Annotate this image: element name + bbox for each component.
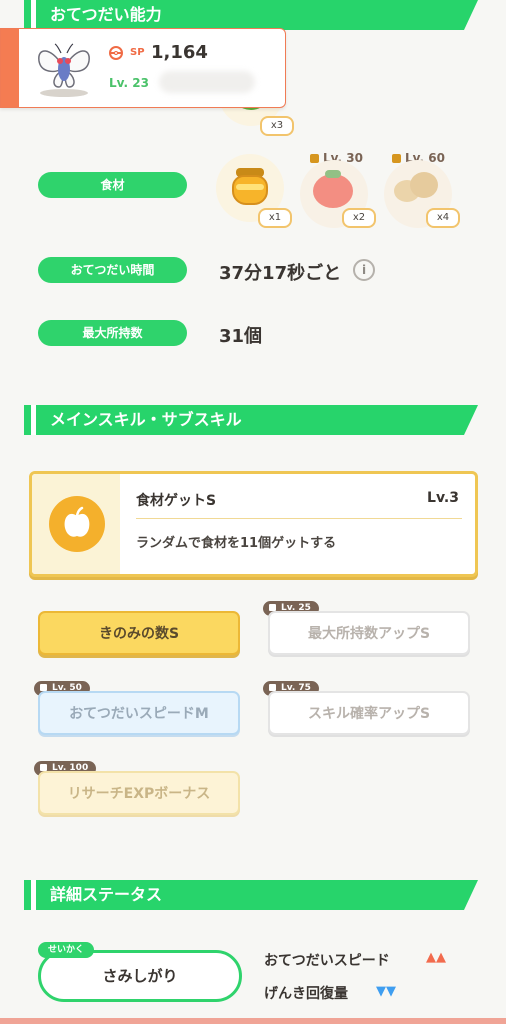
sp-value: 1,164 [151,42,208,63]
max-carry-value: 31個 [219,326,263,347]
down-arrows-icon: ▼▼ [376,984,396,999]
quantity-badge: x1 [258,208,292,228]
nature-down-stat: げんき回復量 [264,986,348,1002]
blurred-nickname [159,71,255,93]
section-title: おてつだい能力 [50,5,162,24]
tomato-icon [313,168,353,208]
ingredients-label: 食材 [38,172,187,198]
section-header-skills: メインスキル・サブスキル [24,405,478,435]
ingredient-slot-2[interactable]: x2 [298,152,376,228]
help-time-label: おてつだい時間 [38,257,187,283]
section-header-helper-ability: おてつだい能力 [24,0,478,30]
lock-icon [269,604,276,611]
ingredient-slot-1[interactable]: x1 [214,152,292,228]
lock-icon [40,684,47,691]
main-skill-level: Lv.3 [427,490,459,506]
max-carry-label: 最大所持数 [38,320,187,346]
section-title: メインスキル・サブスキル [50,410,242,429]
quantity-badge: x3 [260,116,294,136]
apple-icon [49,496,105,552]
nature-up-stat: おてつだいスピード [264,953,390,969]
help-time-value: 37分17秒ごと [219,263,342,284]
sub-skill-4[interactable]: スキル確率アップS [268,691,470,735]
nature-tag: せいかく [38,942,95,958]
quantity-badge: x2 [342,208,376,228]
main-skill-name: 食材ゲットS [136,493,217,509]
potato-icon [394,170,440,206]
sub-skill-1[interactable]: きのみの数S [38,611,240,655]
sp-label: SP [130,47,145,58]
main-skill-description: ランダムで食材を11個ゲットする [136,536,337,551]
pokemon-header-card: SP 1,164 Lv. 23 [0,28,286,108]
nature-name: さみしがり [102,967,178,985]
section-header-details: 詳細ステータス [24,880,478,910]
info-icon[interactable]: i [353,259,375,281]
lock-icon [40,764,47,771]
up-arrows-icon: ▲▲ [426,950,446,965]
sub-skill-5[interactable]: リサーチEXPボーナス [38,771,240,815]
quantity-badge: x4 [426,208,460,228]
main-skill-card[interactable]: 食材ゲットS Lv.3 ランダムで食材を11個ゲットする [29,471,478,577]
section-title: 詳細ステータス [50,885,163,904]
pokemon-avatar[interactable] [31,35,97,101]
bottom-panel-edge [0,1018,506,1024]
ingredient-slot-3[interactable]: x4 [382,152,460,228]
sub-skill-2[interactable]: 最大所持数アップS [268,611,470,655]
sub-skill-3[interactable]: おてつだいスピードM [38,691,240,735]
level-label: Lv. 23 [109,76,149,90]
lock-icon [269,684,276,691]
honey-icon [232,168,268,206]
pokeball-icon [109,46,123,60]
